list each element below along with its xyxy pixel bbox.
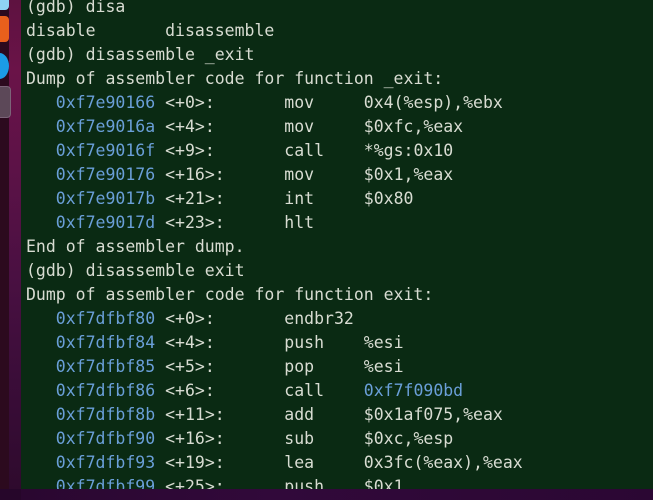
instruction-mnemonic: add bbox=[284, 405, 364, 424]
instruction-offset: <+16>: bbox=[165, 165, 285, 184]
instruction-operands: 0x4(%esp),%ebx bbox=[363, 93, 503, 112]
instruction-operands: $0x1af075,%eax bbox=[363, 405, 503, 424]
instruction-address: 0xf7dfbf90 bbox=[26, 429, 166, 448]
instruction-address: 0xf7e9016f bbox=[26, 141, 166, 160]
desktop-bottom-band bbox=[0, 489, 653, 500]
terminal-line-text: (gdb) disassemble exit bbox=[26, 261, 245, 280]
instruction-operands: %esi bbox=[363, 333, 404, 352]
terminal-window[interactable]: (gdb) disa disable disassemble (gdb) disas… bbox=[21, 0, 653, 489]
instruction-offset: <+9>: bbox=[165, 141, 285, 160]
instruction-mnemonic: pop bbox=[284, 357, 364, 376]
instruction-operands: $0xc,%esp bbox=[363, 429, 454, 448]
instruction-address: 0xf7e90166 bbox=[26, 93, 166, 112]
instruction-mnemonic: sub bbox=[284, 429, 364, 448]
terminal-output-line: Dump of assembler code for function _exi… bbox=[21, 67, 653, 91]
instruction-operands: %esi bbox=[363, 357, 404, 376]
disassembly-line: 0xf7dfbf80 <+0>: endbr32 bbox=[21, 307, 653, 331]
instruction-offset: <+0>: bbox=[165, 93, 285, 112]
terminal-line-text: disable disassemble bbox=[26, 21, 275, 40]
instruction-offset: <+21>: bbox=[165, 189, 285, 208]
instruction-address: 0xf7e9016a bbox=[26, 117, 166, 136]
instruction-operands: $0x1 bbox=[363, 477, 404, 489]
terminal-output-line: Dump of assembler code for function exit… bbox=[21, 283, 653, 307]
instruction-mnemonic: call bbox=[284, 381, 364, 400]
instruction-operands: *%gs:0x10 bbox=[363, 141, 454, 160]
instruction-offset: <+11>: bbox=[165, 405, 285, 424]
screen: (gdb) disa disable disassemble (gdb) disas… bbox=[0, 0, 653, 500]
disassembly-line: 0xf7dfbf8b <+11>: add $0x1af075,%eax bbox=[21, 403, 653, 427]
instruction-offset: <+25>: bbox=[165, 477, 285, 489]
terminal-prompt-line: (gdb) disassemble exit bbox=[21, 259, 653, 283]
instruction-address: 0xf7dfbf80 bbox=[26, 309, 166, 328]
instruction-offset: <+19>: bbox=[165, 453, 285, 472]
instruction-mnemonic: mov bbox=[284, 117, 364, 136]
instruction-operands: $0x80 bbox=[363, 189, 414, 208]
instruction-mnemonic: call bbox=[284, 141, 364, 160]
instruction-offset: <+5>: bbox=[165, 357, 285, 376]
instruction-address: 0xf7dfbf99 bbox=[26, 477, 166, 489]
disassembly-line: 0xf7dfbf90 <+16>: sub $0xc,%esp bbox=[21, 427, 653, 451]
instruction-mnemonic: push bbox=[284, 477, 364, 489]
instruction-operands: 0xf7f090bd bbox=[363, 381, 464, 400]
instruction-address: 0xf7dfbf8b bbox=[26, 405, 166, 424]
disassembly-line: 0xf7dfbf93 <+19>: lea 0x3fc(%eax),%eax bbox=[21, 451, 653, 475]
instruction-operands: $0x1,%eax bbox=[363, 165, 454, 184]
terminal-line-text: Dump of assembler code for function _exi… bbox=[26, 69, 444, 88]
instruction-mnemonic: int bbox=[284, 189, 364, 208]
instruction-operands: 0x3fc(%eax),%eax bbox=[363, 453, 523, 472]
instruction-offset: <+16>: bbox=[165, 429, 285, 448]
disassembly-line: 0xf7e90166 <+0>: mov 0x4(%esp),%ebx bbox=[21, 91, 653, 115]
instruction-offset: <+4>: bbox=[165, 117, 285, 136]
instruction-operands: $0xfc,%eax bbox=[363, 117, 464, 136]
terminal-output: (gdb) disa disable disassemble (gdb) disas… bbox=[21, 0, 653, 489]
browser-icon[interactable] bbox=[0, 53, 9, 79]
instruction-offset: <+4>: bbox=[165, 333, 285, 352]
terminal-output-line: End of assembler dump. bbox=[21, 235, 653, 259]
launcher-dock[interactable] bbox=[0, 0, 11, 500]
instruction-address: 0xf7dfbf85 bbox=[26, 357, 166, 376]
disassembly-line: 0xf7e90176 <+16>: mov $0x1,%eax bbox=[21, 163, 653, 187]
files-icon[interactable] bbox=[0, 0, 9, 10]
instruction-offset: <+23>: bbox=[165, 213, 285, 232]
terminal-line-text: Dump of assembler code for function exit… bbox=[26, 285, 434, 304]
instruction-address: 0xf7e9017b bbox=[26, 189, 166, 208]
instruction-mnemonic: push bbox=[284, 333, 364, 352]
terminal-line-text: (gdb) disassemble _exit bbox=[26, 45, 255, 64]
disassembly-line: 0xf7dfbf84 <+4>: push %esi bbox=[21, 331, 653, 355]
instruction-mnemonic: mov bbox=[284, 165, 364, 184]
disassembly-line: 0xf7e9016f <+9>: call *%gs:0x10 bbox=[21, 139, 653, 163]
disassembly-line: 0xf7dfbf86 <+6>: call 0xf7f090bd bbox=[21, 379, 653, 403]
terminal-line-text: End of assembler dump. bbox=[26, 237, 245, 256]
terminal-icon[interactable] bbox=[0, 86, 11, 118]
terminal-prompt-line: (gdb) disassemble _exit bbox=[21, 43, 653, 67]
instruction-address: 0xf7e90176 bbox=[26, 165, 166, 184]
disassembly-line: 0xf7dfbf85 <+5>: pop %esi bbox=[21, 355, 653, 379]
terminal-output-line: disable disassemble bbox=[21, 19, 653, 43]
desktop-bottom-band-inner bbox=[21, 489, 653, 500]
terminal-line-text: (gdb) disa bbox=[26, 0, 126, 16]
instruction-mnemonic: mov bbox=[284, 93, 364, 112]
instruction-address: 0xf7dfbf86 bbox=[26, 381, 166, 400]
firefox-icon[interactable] bbox=[0, 16, 9, 42]
disassembly-line: 0xf7e9016a <+4>: mov $0xfc,%eax bbox=[21, 115, 653, 139]
instruction-address: 0xf7dfbf93 bbox=[26, 453, 166, 472]
instruction-offset: <+0>: bbox=[165, 309, 285, 328]
instruction-address: 0xf7dfbf84 bbox=[26, 333, 166, 352]
instruction-mnemonic: endbr32 bbox=[284, 309, 354, 328]
instruction-mnemonic: lea bbox=[284, 453, 364, 472]
instruction-mnemonic: hlt bbox=[284, 213, 315, 232]
disassembly-line: 0xf7e9017d <+23>: hlt bbox=[21, 211, 653, 235]
terminal-prompt-line: (gdb) disa bbox=[21, 0, 653, 19]
instruction-address: 0xf7e9017d bbox=[26, 213, 166, 232]
instruction-offset: <+6>: bbox=[165, 381, 285, 400]
disassembly-line: 0xf7e9017b <+21>: int $0x80 bbox=[21, 187, 653, 211]
disassembly-line: 0xf7dfbf99 <+25>: push $0x1 bbox=[21, 475, 653, 489]
desktop-background bbox=[9, 0, 21, 500]
